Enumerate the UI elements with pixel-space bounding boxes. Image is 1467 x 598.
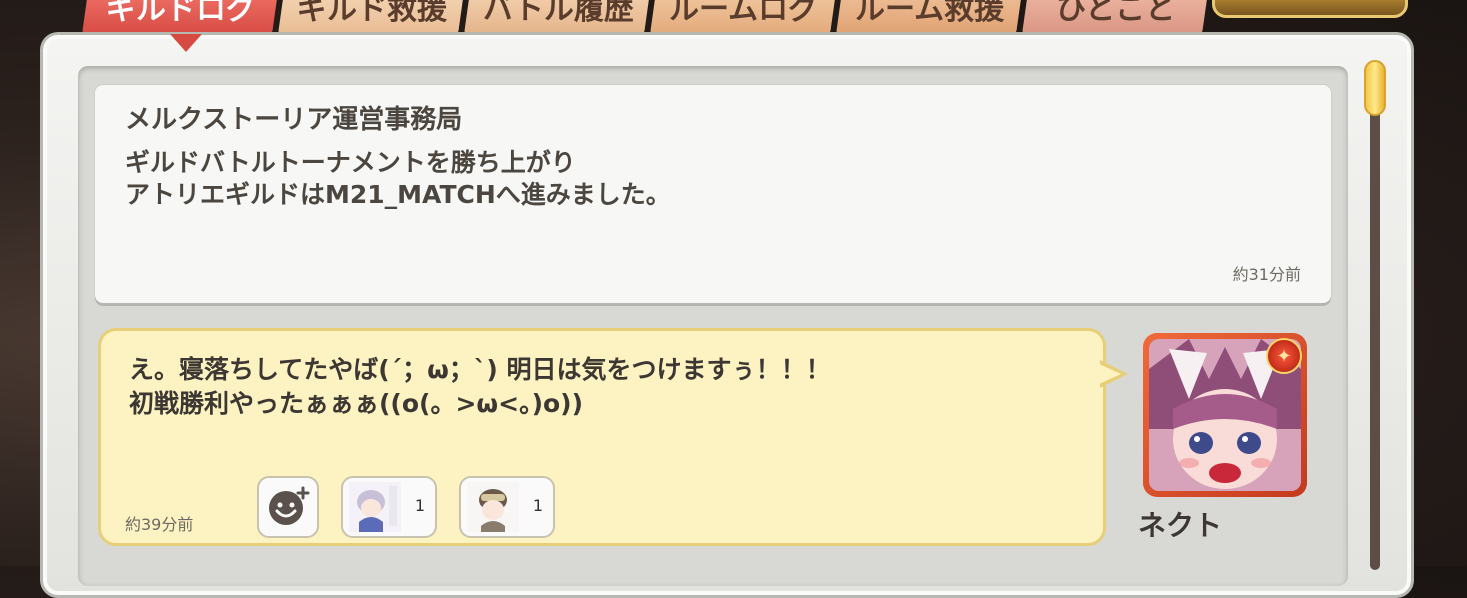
active-tab-pointer <box>170 34 202 52</box>
tab-hitokoto[interactable]: ひとこと <box>1021 0 1209 36</box>
chibi-pilot-girl-sticker-icon <box>467 482 519 532</box>
tab-label: ルーム救援 <box>855 0 1005 27</box>
message-body: ギルドバトルトーナメントを勝ち上がり アトリエギルドはM21_MATCHへ進みま… <box>125 147 671 211</box>
tab-label: バトル履歴 <box>482 0 634 27</box>
reaction-stamp[interactable]: 1 <box>459 476 555 538</box>
message-sender: メルクストーリア運営事務局 <box>125 105 463 135</box>
message-line: ギルドバトルトーナメントを勝ち上がり <box>125 148 576 177</box>
fire-element-icon: ✦ <box>1266 338 1302 374</box>
reaction-count: 1 <box>414 496 425 515</box>
tab-room-rescue[interactable]: ルーム救援 <box>835 0 1023 36</box>
chibi-girl-sticker-icon <box>349 482 401 532</box>
tab-guild-log[interactable]: ギルドログ <box>81 0 279 36</box>
message-line: アトリエギルドはM21_MATCHへ進みました。 <box>125 180 671 209</box>
scrollbar-track[interactable] <box>1370 70 1380 570</box>
tab-battle-history[interactable]: バトル履歴 <box>463 0 651 36</box>
tab-label: ルームログ <box>669 0 819 27</box>
add-reaction-icon <box>269 486 310 525</box>
chat-timestamp: 約39分前 <box>125 515 194 534</box>
message-timestamp: 約31分前 <box>1232 265 1301 284</box>
message-line: 初戦勝利やったぁぁぁ((o(。>ω<。)o)) <box>129 389 584 418</box>
add-reaction-button[interactable] <box>257 476 319 538</box>
author-name: ネクト <box>1138 509 1223 542</box>
scrollbar-thumb[interactable] <box>1364 60 1386 116</box>
tab-room-log[interactable]: ルームログ <box>649 0 837 36</box>
system-message-card: メルクストーリア運営事務局 ギルドバトルトーナメントを勝ち上がり アトリエギルド… <box>95 85 1331 303</box>
reaction-stamp[interactable]: 1 <box>341 476 437 538</box>
tab-bar: ギルドログ ギルド救援 バトル履歴 ルームログ ルーム救援 ひとこと <box>81 0 1215 36</box>
corner-menu-button[interactable] <box>1212 0 1408 18</box>
message-line: え。寝落ちしてたやば(´；ω；`) 明日は気をつけますぅ！！！ <box>129 355 831 384</box>
bubble-tail-fill <box>1099 364 1121 384</box>
tab-guild-rescue[interactable]: ギルド救援 <box>277 0 465 36</box>
tab-label: ギルド救援 <box>296 0 447 27</box>
tab-label: ギルドログ <box>105 0 256 27</box>
chat-message-body: え。寝落ちしてたやば(´；ω；`) 明日は気をつけますぅ！！！ 初戦勝利やったぁ… <box>129 353 831 421</box>
chat-message-bubble: え。寝落ちしてたやば(´；ω；`) 明日は気をつけますぅ！！！ 初戦勝利やったぁ… <box>98 328 1106 546</box>
reaction-count: 1 <box>532 496 543 515</box>
tab-label: ひとこと <box>1056 0 1176 27</box>
